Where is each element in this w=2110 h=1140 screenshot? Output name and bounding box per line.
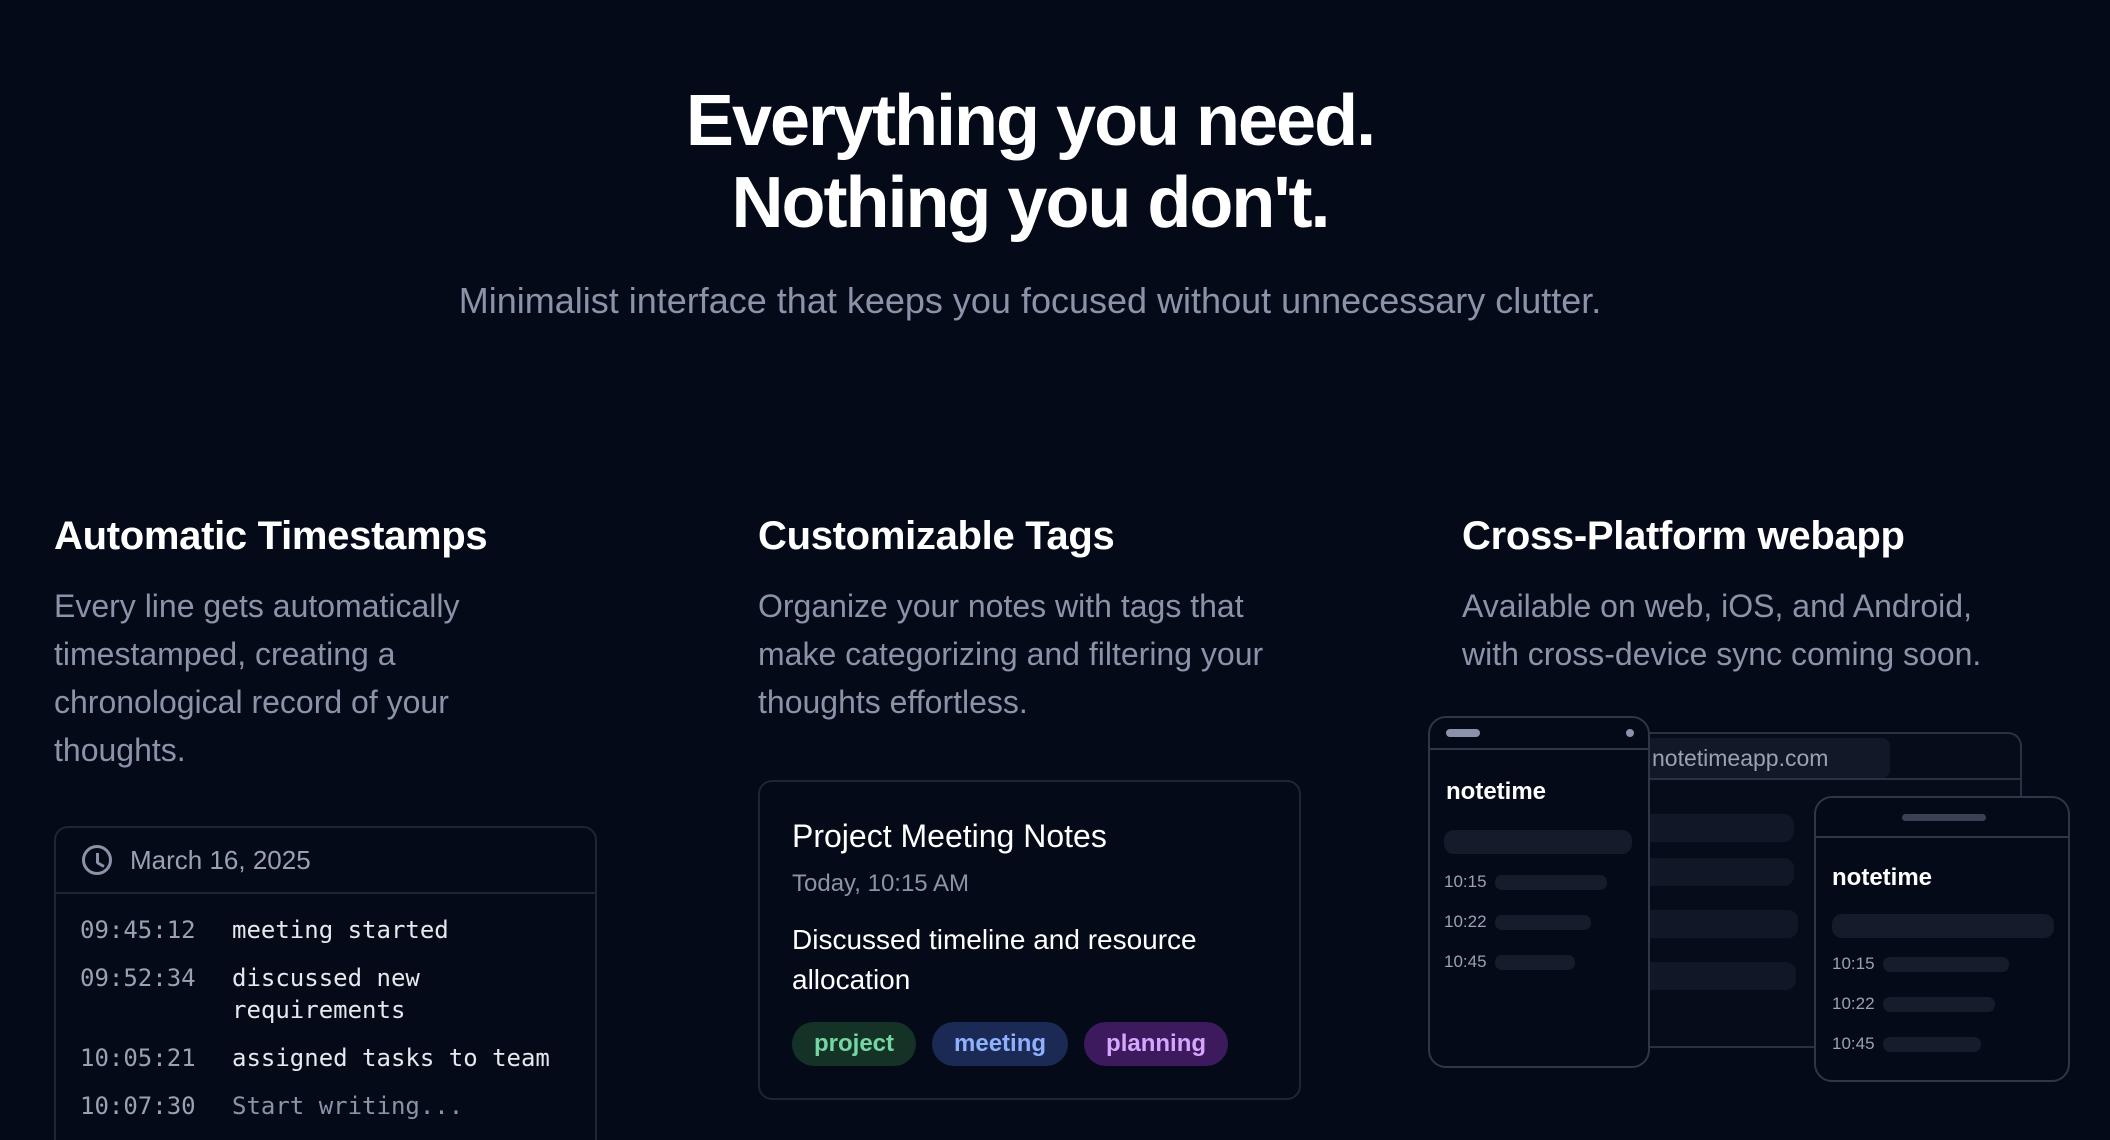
feature-title: Cross-Platform webapp bbox=[1462, 514, 1905, 558]
phone-status-bar bbox=[1430, 718, 1648, 750]
skeleton-line bbox=[1882, 1036, 1981, 1052]
phone-note-time: 10:15 bbox=[1832, 954, 1875, 973]
note-time: Today, 10:15 AM bbox=[792, 870, 969, 897]
phone-mockup-right: notetime 10:15 10:22 10:45 bbox=[1814, 796, 2070, 1082]
skeleton-bar bbox=[1444, 830, 1632, 854]
timestamp-text: meeting started bbox=[232, 916, 449, 944]
timestamp-text: discussed new requirements bbox=[232, 964, 420, 1024]
skeleton-line bbox=[1636, 962, 1796, 990]
timestamp-row: 09:45:12 meeting started bbox=[80, 914, 595, 946]
skeleton-bar bbox=[1832, 914, 2054, 938]
phone-note-time: 10:45 bbox=[1444, 952, 1487, 971]
note-card: Project Meeting Notes Today, 10:15 AM Di… bbox=[758, 780, 1301, 1100]
phone-note-time: 10:22 bbox=[1444, 912, 1487, 931]
tag-list: project meeting planning bbox=[792, 1022, 1267, 1066]
feature-description: Available on web, iOS, and Android, with… bbox=[1462, 588, 1982, 672]
timestamp-time: 09:45:12 bbox=[80, 916, 196, 944]
skeleton-line bbox=[1494, 954, 1575, 970]
feature-description: Every line gets automatically timestampe… bbox=[54, 588, 460, 768]
browser-address-bar: notetimeapp.com bbox=[1628, 734, 2020, 780]
app-name: notetime bbox=[1446, 778, 1547, 805]
timestamp-row-input[interactable]: 10:07:30 Start writing... bbox=[80, 1090, 595, 1122]
skeleton-line bbox=[1882, 956, 2009, 972]
note-input-placeholder[interactable]: Start writing... bbox=[232, 1090, 572, 1122]
timestamp-text: assigned tasks to team bbox=[232, 1044, 550, 1072]
timestamp-card: March 16, 2025 09:45:12 meeting started … bbox=[54, 826, 597, 1140]
phone-note-row: 10:15 bbox=[1444, 872, 1607, 892]
hero-title-line-2: Nothing you don't. bbox=[731, 163, 1331, 243]
feature-description: Organize your notes with tags that make … bbox=[758, 588, 1264, 720]
phone-note-time: 10:22 bbox=[1832, 994, 1875, 1013]
tag-planning[interactable]: planning bbox=[1084, 1022, 1229, 1066]
timestamp-card-date: March 16, 2025 bbox=[130, 844, 311, 875]
phone-note-row: 10:15 bbox=[1832, 954, 2009, 974]
skeleton-line bbox=[1494, 874, 1607, 890]
timestamp-row: 10:05:21 assigned tasks to team bbox=[80, 1042, 595, 1074]
tag-meeting[interactable]: meeting bbox=[932, 1022, 1069, 1066]
note-body: Discussed timeline and resource allocati… bbox=[792, 924, 1197, 995]
timestamp-time: 10:07:30 bbox=[80, 1092, 196, 1120]
clock-icon bbox=[82, 845, 112, 875]
phone-note-time: 10:15 bbox=[1444, 872, 1487, 891]
devices-illustration: notetimeapp.com notetime 10:15 10:22 10:… bbox=[1426, 714, 2076, 1090]
phone-status-bar bbox=[1816, 798, 2068, 838]
phone-note-time: 10:45 bbox=[1832, 1034, 1875, 1053]
feature-title: Automatic Timestamps bbox=[54, 514, 488, 558]
phone-note-row: 10:22 bbox=[1444, 912, 1591, 932]
timestamp-time: 10:05:21 bbox=[80, 1044, 196, 1072]
timestamp-card-header: March 16, 2025 bbox=[56, 828, 595, 894]
skeleton-line bbox=[1638, 910, 1798, 938]
feature-title: Customizable Tags bbox=[758, 514, 1115, 558]
browser-url: notetimeapp.com bbox=[1638, 738, 1890, 778]
timestamp-row: 09:52:34 discussed new requirements bbox=[80, 962, 595, 1026]
phone-note-row: 10:45 bbox=[1444, 952, 1575, 972]
hero-subtitle: Minimalist interface that keeps you focu… bbox=[458, 280, 1602, 321]
tag-project[interactable]: project bbox=[792, 1022, 917, 1066]
timestamp-time: 09:52:34 bbox=[80, 964, 196, 992]
phone-note-row: 10:22 bbox=[1832, 994, 1995, 1014]
feature-customizable-tags: Customizable Tags Organize your notes wi… bbox=[758, 508, 1358, 726]
phone-note-row: 10:45 bbox=[1832, 1034, 1981, 1054]
skeleton-line bbox=[1634, 858, 1794, 886]
phone-mockup-left: notetime 10:15 10:22 10:45 bbox=[1428, 716, 1650, 1068]
hero-title-line-1: Everything you need. bbox=[685, 81, 1376, 161]
skeleton-line bbox=[1634, 814, 1794, 842]
skeleton-line bbox=[1882, 996, 1995, 1012]
skeleton-line bbox=[1494, 914, 1591, 930]
note-title: Project Meeting Notes bbox=[792, 818, 1107, 854]
feature-automatic-timestamps: Automatic Timestamps Every line gets aut… bbox=[54, 508, 654, 774]
app-name: notetime bbox=[1832, 864, 1933, 891]
timestamp-list: 09:45:12 meeting started 09:52:34 discus… bbox=[56, 894, 595, 1122]
feature-cross-platform: Cross-Platform webapp Available on web, … bbox=[1462, 508, 2062, 678]
hero-title: Everything you need. Nothing you don't. bbox=[0, 80, 2060, 244]
